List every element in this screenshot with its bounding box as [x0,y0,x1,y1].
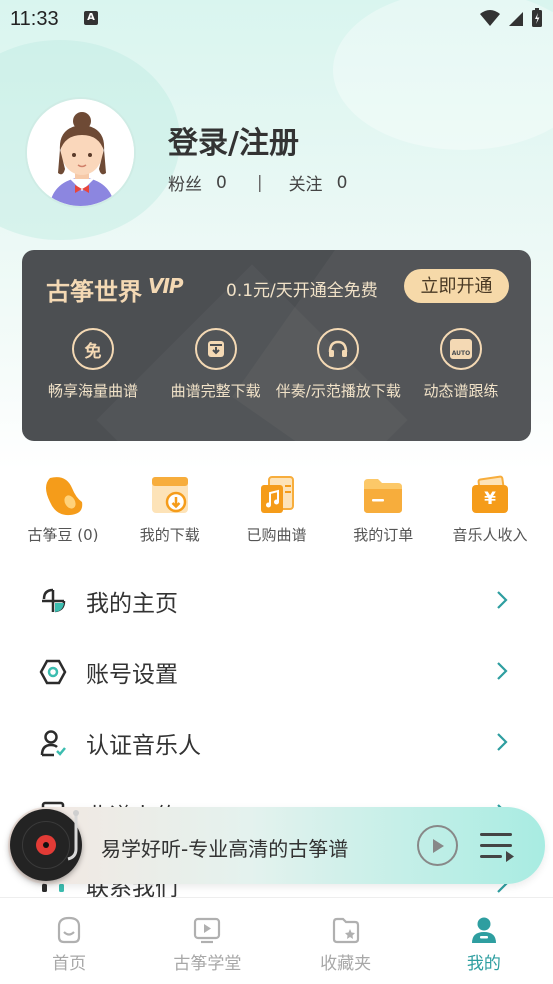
download-folder-icon [145,470,195,520]
signal-icon [509,12,523,26]
tab-home[interactable]: 首页 [0,898,138,984]
notification-icon: A [84,11,98,25]
play-icon [432,838,444,853]
vip-feature-accompaniment[interactable]: 伴奏/示范播放下载 [275,328,401,401]
vip-feature-download[interactable]: 曲谱完整下载 [155,328,277,401]
playlist-icon [480,833,514,862]
menu-item-label: 账号设置 [86,661,178,688]
tab-zither-class[interactable]: 古筝学堂 [138,898,276,984]
order-folder-icon [358,470,408,520]
menu-item-verify-musician[interactable]: 认证音乐人 [0,707,553,778]
vip-title: 古筝世界 [46,278,142,306]
open-vip-button[interactable]: 立即开通 [404,269,509,303]
tab-label: 首页 [52,954,87,974]
vip-badge: VIP [148,274,184,298]
chevron-right-icon [497,733,508,751]
status-bar: 11:33 A [0,0,553,38]
quick-item-orders[interactable]: 我的订单 [330,470,436,545]
bottom-tab-bar: 首页 古筝学堂 收藏夹 我的 [0,897,553,984]
download-box-icon [194,328,237,370]
free-icon: 免 [72,328,114,370]
fans-label[interactable]: 粉丝 [168,170,202,195]
menu-item-homepage[interactable]: 我的主页 [0,565,553,636]
vip-feature-label: 曲谱完整下载 [170,382,261,400]
menu-item-account-settings[interactable]: 账号设置 [0,636,553,707]
yen-symbol: ¥ [472,485,508,513]
tab-label: 收藏夹 [320,954,372,974]
bean-icon [38,470,88,520]
quick-item-label: 音乐人收入 [452,526,528,544]
quick-item-downloads[interactable]: 我的下载 [117,470,223,545]
playlist-button[interactable] [478,829,518,863]
tab-label: 古筝学堂 [173,954,242,974]
status-time: 11:33 [10,8,59,30]
wallet-icon: ¥ [465,470,515,520]
profile-stats: 粉丝 0 | 关注 0 [168,170,348,196]
quick-item-label: 我的订单 [353,526,414,544]
vip-feature-scores[interactable]: 免 畅享海量曲谱 [32,328,154,401]
home-icon [58,916,81,944]
settings-hexagon-icon [38,657,68,687]
fans-count[interactable]: 0 [216,173,227,193]
login-register-link[interactable]: 登录/注册 [168,118,299,162]
follow-count[interactable]: 0 [337,173,348,193]
quick-item-income[interactable]: ¥ 音乐人收入 [437,470,543,545]
mini-player[interactable]: 易学好听-专业高清的古筝谱 [8,807,545,884]
homepage-icon [38,586,68,616]
battery-icon [532,8,542,27]
chevron-right-icon [497,591,508,609]
quick-item-label: 我的下载 [139,526,200,544]
menu-item-label: 我的主页 [86,590,178,617]
quick-item-label: 古筝豆 (0) [27,526,99,544]
chevron-right-icon [497,662,508,680]
quick-item-beans[interactable]: 古筝豆 (0) [10,470,116,545]
menu-item-label: 认证音乐人 [86,732,201,759]
vip-feature-label: 畅享海量曲谱 [47,382,138,400]
verified-user-icon [38,728,68,758]
quick-actions: 古筝豆 (0) 我的下载 已购曲谱 我的订单 ¥ 音乐人收入 [10,470,543,545]
vip-feature-label: 伴奏/示范播放下载 [275,382,401,400]
avatar[interactable] [25,97,136,208]
quick-item-purchased[interactable]: 已购曲谱 [224,470,330,545]
quick-item-label: 已购曲谱 [246,526,307,544]
headphones-icon [317,328,360,370]
video-class-icon [194,917,221,944]
auto-score-icon: AUTO [439,328,482,370]
vip-card[interactable]: 古筝世界 VIP 0.1元/天开通全免费 立即开通 免 畅享海量曲谱 曲谱完整下… [22,250,531,441]
favorites-folder-icon [332,917,359,944]
tonearm-icon [67,810,79,861]
music-sheet-icon [252,470,302,520]
follow-label[interactable]: 关注 [289,170,323,195]
stats-divider: | [256,172,263,193]
profile-icon [471,917,496,943]
vip-feature-label: 动态谱跟练 [423,382,499,400]
tab-label: 我的 [466,954,501,974]
avatar-girl-icon [27,99,134,206]
tab-favorites[interactable]: 收藏夹 [277,898,415,984]
play-button[interactable] [417,825,458,866]
tab-mine[interactable]: 我的 [415,898,553,984]
vip-feature-dynamic-score[interactable]: AUTO 动态谱跟练 [400,328,522,401]
wifi-icon [480,10,500,26]
vip-promo-text: 0.1元/天开通全免费 [226,281,378,301]
auto-label: AUTO [449,339,472,359]
player-track-title: 易学好听-专业高清的古筝谱 [101,837,349,861]
